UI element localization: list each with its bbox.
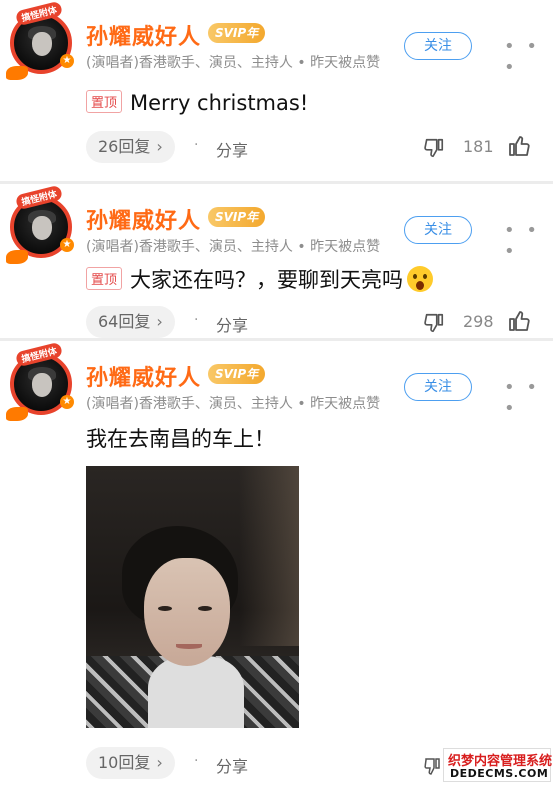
star-badge-icon: ★ — [60, 54, 74, 68]
share-button[interactable]: 分享 — [216, 312, 248, 336]
watermark-url: DEDECMS.COM — [450, 767, 549, 780]
svip-badge[interactable]: SVIP年 — [208, 207, 266, 227]
thumbs-down-icon[interactable] — [424, 757, 440, 777]
thumbs-up-icon[interactable] — [507, 309, 531, 333]
reply-button[interactable]: 64回复 › — [86, 306, 175, 338]
avatar[interactable]: 搞怪附体 ★ — [6, 0, 74, 80]
more-options-icon[interactable]: • • • — [504, 377, 553, 419]
reply-button[interactable]: 10回复 › — [86, 747, 175, 779]
share-button[interactable]: 分享 — [216, 753, 248, 777]
more-options-icon[interactable]: • • • — [504, 36, 553, 78]
follow-button[interactable]: 关注 — [404, 32, 472, 60]
separator-dot: · — [194, 753, 199, 769]
chevron-right-icon: › — [156, 312, 163, 331]
pinned-tag: 置顶 — [86, 90, 123, 113]
svip-badge[interactable]: SVIP年 — [208, 23, 266, 43]
avatar-frame-ribbon: 搞怪附体 — [8, 184, 70, 211]
separator-dot: · — [194, 137, 199, 153]
user-meta: (演唱者)香港歌手、演员、主持人 • 昨天被点赞 — [86, 55, 381, 71]
star-badge-icon: ★ — [60, 238, 74, 252]
chevron-right-icon: › — [156, 753, 163, 772]
svip-badge[interactable]: SVIP年 — [208, 364, 266, 384]
koi-decoration-icon — [6, 66, 28, 80]
post-text: Merry christmas! — [130, 91, 309, 115]
post-image[interactable] — [86, 466, 299, 728]
post-text[interactable]: 我在去南昌的车上！ — [86, 423, 275, 453]
post-card: 搞怪附体 ★ 孙耀威好人 SVIP年 (演唱者)香港歌手、演员、主持人 • 昨天… — [0, 0, 553, 181]
user-name[interactable]: 孙耀威好人 — [86, 203, 201, 235]
post-content[interactable]: 置顶 Merry christmas! — [86, 90, 308, 115]
share-button[interactable]: 分享 — [216, 137, 248, 161]
like-count: 298 — [463, 312, 494, 331]
koi-decoration-icon — [6, 250, 28, 264]
post-footer: 64回复 › · 分享 298 — [0, 302, 553, 342]
avatar[interactable]: 搞怪附体 ★ — [6, 341, 74, 421]
user-meta: (演唱者)香港歌手、演员、主持人 • 昨天被点赞 — [86, 396, 381, 412]
separator-dot: · — [194, 312, 199, 328]
thumbs-down-icon[interactable] — [423, 312, 445, 334]
follow-button[interactable]: 关注 — [404, 373, 472, 401]
thumbs-down-icon[interactable] — [423, 137, 445, 159]
thumbs-up-icon[interactable] — [507, 134, 531, 158]
post-content[interactable]: 置顶 大家还在吗？，要聊到天亮吗 — [86, 264, 434, 294]
avatar-frame-ribbon: 搞怪附体 — [8, 341, 70, 368]
like-count: 181 — [463, 137, 494, 156]
koi-decoration-icon — [6, 407, 28, 421]
post-card: 搞怪附体 ★ 孙耀威好人 SVIP年 (演唱者)香港歌手、演员、主持人 • 昨天… — [0, 341, 553, 787]
reply-button[interactable]: 26回复 › — [86, 131, 175, 163]
site-watermark: 织梦内容管理系统 DEDECMS.COM — [443, 748, 552, 782]
avatar[interactable]: 搞怪附体 ★ — [6, 184, 74, 264]
post-text: 大家还在吗？，要聊到天亮吗 — [130, 268, 404, 292]
star-badge-icon: ★ — [60, 395, 74, 409]
user-name[interactable]: 孙耀威好人 — [86, 19, 201, 51]
chevron-right-icon: › — [156, 137, 163, 156]
follow-button[interactable]: 关注 — [404, 216, 472, 244]
post-card: 搞怪附体 ★ 孙耀威好人 SVIP年 (演唱者)香港歌手、演员、主持人 • 昨天… — [0, 184, 553, 338]
user-name[interactable]: 孙耀威好人 — [86, 360, 201, 392]
avatar-frame-ribbon: 搞怪附体 — [8, 0, 70, 27]
more-options-icon[interactable]: • • • — [504, 220, 553, 262]
post-footer: 26回复 › · 分享 181 — [0, 127, 553, 167]
pinned-tag: 置顶 — [86, 267, 123, 290]
surprised-face-icon — [407, 266, 434, 292]
user-meta: (演唱者)香港歌手、演员、主持人 • 昨天被点赞 — [86, 239, 381, 255]
